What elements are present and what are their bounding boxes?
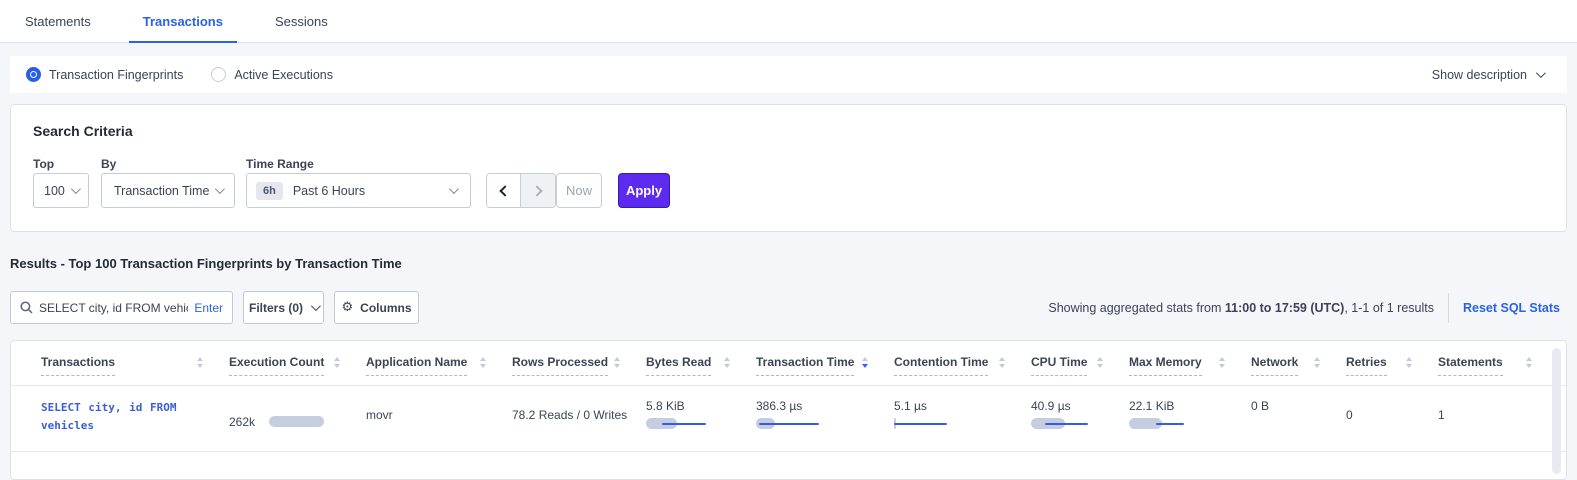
transaction-time-bar: [756, 418, 822, 429]
page-tabbar: Statements Transactions Sessions: [0, 0, 1577, 43]
show-description-label: Show description: [1432, 68, 1527, 82]
results-controls-row: SELECT city, id FROM vehicles W Enter Fi…: [10, 291, 1567, 324]
bytes-read-bar: [646, 418, 712, 429]
retries-value: 0: [1346, 399, 1438, 435]
sort-icon[interactable]: [862, 355, 868, 368]
chevron-down-icon: [449, 184, 459, 194]
time-range-arrows: [486, 173, 556, 208]
search-criteria-card: Search Criteria Top By Time Range 100 Tr…: [10, 104, 1567, 232]
vertical-divider: [1448, 293, 1449, 323]
view-toggle-row: Transaction Fingerprints Active Executio…: [10, 56, 1567, 93]
tab-transactions[interactable]: Transactions: [129, 0, 237, 42]
application-name-value: movr: [366, 399, 512, 435]
gear-icon: ⚙: [342, 300, 354, 315]
chevron-right-icon: [531, 185, 542, 196]
results-table-card: Transactions Execution Count Application…: [10, 340, 1567, 480]
sort-icon[interactable]: [1526, 355, 1532, 368]
cpu-time-bar: [1031, 418, 1097, 429]
columns-button-label: Columns: [360, 301, 411, 315]
radio-selected-icon: [26, 67, 41, 82]
tab-statements[interactable]: Statements: [11, 0, 105, 42]
column-header-contention-time[interactable]: Contention Time: [894, 355, 1031, 376]
time-range-prev-button[interactable]: [487, 174, 521, 207]
transaction-time-value: 386.3 µs: [756, 399, 894, 413]
column-header-transaction-time[interactable]: Transaction Time: [756, 355, 894, 376]
transaction-fingerprint-link[interactable]: SELECT city, id FROM vehicles: [41, 399, 201, 435]
cpu-time-value: 40.9 µs: [1031, 399, 1129, 413]
columns-button[interactable]: ⚙ Columns: [334, 291, 419, 324]
table-row: SELECT city, id FROM vehicles 262k movr …: [11, 385, 1566, 452]
radio-unselected-icon: [211, 67, 226, 82]
now-button[interactable]: Now: [556, 173, 602, 208]
show-description-toggle[interactable]: Show description: [1432, 68, 1543, 82]
sort-icon[interactable]: [614, 355, 620, 368]
search-input[interactable]: SELECT city, id FROM vehicles W Enter: [10, 291, 233, 324]
chevron-down-icon: [1536, 68, 1546, 78]
search-icon: [20, 301, 33, 314]
sort-icon[interactable]: [1219, 355, 1225, 368]
by-select[interactable]: Transaction Time: [101, 173, 235, 208]
column-header-retries[interactable]: Retries: [1346, 355, 1438, 376]
time-range-value: Past 6 Hours: [293, 184, 365, 198]
results-heading: Results - Top 100 Transaction Fingerprin…: [10, 256, 402, 271]
table-scrollbar[interactable]: [1552, 348, 1561, 474]
max-memory-bar: [1129, 418, 1195, 429]
sort-icon[interactable]: [334, 355, 340, 368]
by-label: By: [101, 157, 116, 171]
sort-icon[interactable]: [724, 355, 730, 368]
top-label: Top: [33, 157, 54, 171]
column-header-statements[interactable]: Statements: [1438, 355, 1558, 376]
column-header-transactions[interactable]: Transactions: [41, 355, 229, 376]
sort-icon[interactable]: [197, 355, 203, 368]
chevron-down-icon: [311, 301, 321, 311]
execution-count-bar: [269, 416, 327, 427]
execution-count-value: 262k: [229, 415, 255, 429]
table-header-row: Transactions Execution Count Application…: [11, 341, 1566, 376]
column-header-bytes-read[interactable]: Bytes Read: [646, 355, 756, 376]
reset-sql-stats-link[interactable]: Reset SQL Stats: [1463, 301, 1560, 315]
time-range-select[interactable]: 6h Past 6 Hours: [246, 173, 471, 208]
time-range-badge: 6h: [256, 182, 283, 200]
max-memory-value: 22.1 KiB: [1129, 399, 1251, 413]
contention-time-bar: [894, 418, 960, 429]
apply-button[interactable]: Apply: [618, 173, 670, 208]
column-header-execution-count[interactable]: Execution Count: [229, 355, 366, 376]
radio-label: Transaction Fingerprints: [49, 68, 183, 82]
sort-icon[interactable]: [1097, 355, 1103, 368]
column-header-network[interactable]: Network: [1251, 355, 1346, 376]
aggregated-stats-text: Showing aggregated stats from 11:00 to 1…: [1048, 301, 1434, 315]
sort-icon[interactable]: [1406, 355, 1412, 368]
sort-icon[interactable]: [480, 355, 486, 368]
search-enter-hint: Enter: [194, 301, 223, 315]
radio-active-executions[interactable]: Active Executions: [211, 67, 333, 82]
filters-button[interactable]: Filters (0): [243, 291, 324, 324]
sort-icon[interactable]: [999, 355, 1005, 368]
top-select-value: 100: [44, 184, 65, 198]
time-range-next-button[interactable]: [521, 174, 555, 207]
column-header-rows-processed[interactable]: Rows Processed: [512, 355, 646, 376]
search-criteria-title: Search Criteria: [33, 123, 133, 139]
radio-transaction-fingerprints[interactable]: Transaction Fingerprints: [26, 67, 183, 82]
contention-time-value: 5.1 µs: [894, 399, 1031, 413]
statements-value: 1: [1438, 399, 1558, 435]
filters-button-label: Filters (0): [249, 301, 303, 315]
time-range-label: Time Range: [246, 157, 314, 171]
network-value: 0 B: [1251, 399, 1346, 435]
column-header-cpu-time[interactable]: CPU Time: [1031, 355, 1129, 376]
column-header-max-memory[interactable]: Max Memory: [1129, 355, 1251, 376]
radio-label: Active Executions: [234, 68, 333, 82]
stats-area: Showing aggregated stats from 11:00 to 1…: [1048, 291, 1560, 324]
by-select-value: Transaction Time: [114, 184, 209, 198]
search-input-value: SELECT city, id FROM vehicles W: [39, 301, 188, 315]
top-select[interactable]: 100: [33, 173, 89, 208]
column-header-application-name[interactable]: Application Name: [366, 355, 512, 376]
chevron-down-icon: [215, 184, 225, 194]
bytes-read-value: 5.8 KiB: [646, 399, 756, 413]
chevron-down-icon: [71, 184, 81, 194]
sort-icon[interactable]: [1314, 355, 1320, 368]
tab-sessions[interactable]: Sessions: [261, 0, 342, 42]
chevron-left-icon: [499, 185, 510, 196]
rows-processed-value: 78.2 Reads / 0 Writes: [512, 399, 646, 435]
